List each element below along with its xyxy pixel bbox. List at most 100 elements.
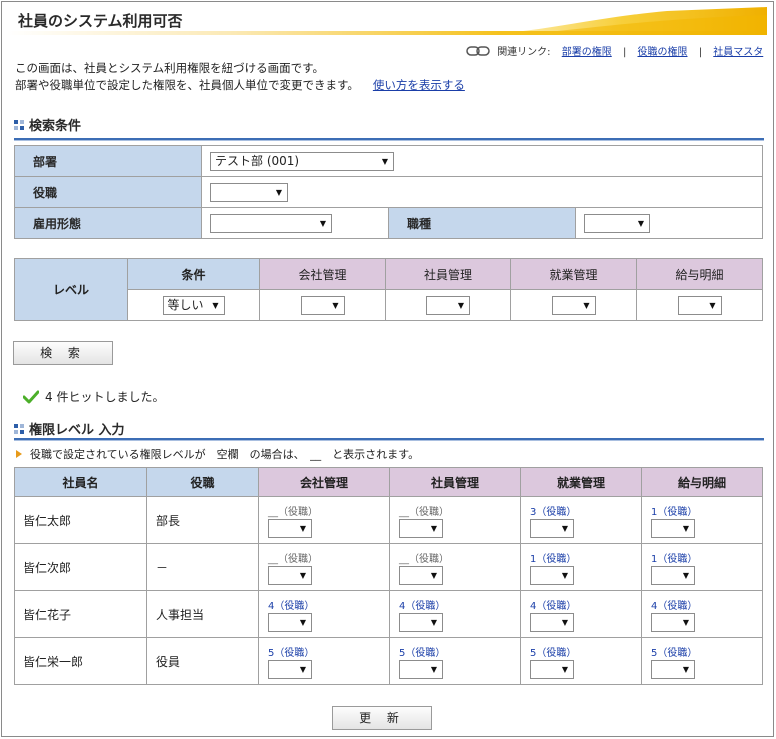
dropdown-arrow-icon: ▼ [299, 617, 306, 627]
search-button[interactable]: 検 索 [13, 341, 113, 365]
hit-message-text: 4 件ヒットしました。 [45, 390, 165, 404]
level-select[interactable]: ▼ [651, 565, 695, 585]
filter-payslip-select[interactable]: ▼ [677, 295, 722, 315]
level-select[interactable]: ▼ [268, 612, 312, 632]
level-select[interactable]: ▼ [399, 659, 443, 679]
table-row: 皆仁栄一郎 役員 5（役職） ▼ 5（役職） ▼ 5（役職） ▼ 5（役職） ▼ [14, 637, 763, 685]
dropdown-arrow-icon: ▼ [709, 300, 716, 310]
col-header-name: 社員名 [14, 467, 147, 497]
dropdown-arrow-icon: ▼ [637, 218, 644, 228]
filter-col-company: 会社管理 [259, 258, 386, 290]
col-header-employee: 社員管理 [389, 467, 521, 497]
condition-select-value: 等しい [167, 297, 204, 312]
level-select[interactable]: ▼ [530, 659, 574, 679]
dropdown-arrow-icon: ▼ [299, 570, 306, 580]
level-cell: 5（役職） ▼ [389, 637, 521, 685]
level-cell: 4（役職） ▼ [520, 590, 642, 638]
employee-position: 部長 [146, 496, 259, 544]
condition-select[interactable]: 等しい ▼ [162, 295, 225, 315]
filter-col-attendance: 就業管理 [510, 258, 637, 290]
filter-col-employee: 社員管理 [385, 258, 511, 290]
filter-company-select[interactable]: ▼ [300, 295, 345, 315]
jobtype-label: 職種 [388, 207, 576, 239]
level-default-text: 1（役職） [530, 553, 577, 565]
level-cell: 5（役職） ▼ [520, 637, 642, 685]
level-select[interactable]: ▼ [268, 518, 312, 538]
level-select[interactable]: ▼ [399, 612, 443, 632]
level-default-text: 4（役職） [651, 600, 698, 612]
description: この画面は、社員とシステム利用権限を紐づける画面です。 部署や役職単位で設定した… [15, 60, 465, 94]
level-select[interactable]: ▼ [651, 659, 695, 679]
dropdown-arrow-icon: ▼ [332, 300, 339, 310]
level-select[interactable]: ▼ [399, 565, 443, 585]
col-header-company: 会社管理 [258, 467, 390, 497]
level-default-text: __（役職） [399, 506, 449, 518]
dropdown-arrow-icon: ▼ [457, 300, 464, 310]
level-default-text: 5（役職） [530, 647, 577, 659]
level-select[interactable]: ▼ [530, 518, 574, 538]
filter-employee-cell: ▼ [385, 289, 511, 321]
link-position-permission[interactable]: 役職の権限 [638, 47, 688, 58]
dropdown-arrow-icon: ▼ [561, 617, 568, 627]
level-default-text: 1（役職） [651, 506, 698, 518]
related-links: 関連リンク: 部署の権限 | 役職の権限 | 社員マスタ [466, 43, 763, 58]
dept-select[interactable]: テスト部 (001) ▼ [210, 151, 394, 171]
search-conditions-table: 部署 テスト部 (001) ▼ 役職 ▼ 雇用形態 ▼ 職種 ▼ [14, 145, 763, 239]
dept-label: 部署 [14, 145, 202, 177]
employee-name: 皆仁次郎 [14, 543, 147, 591]
position-label: 役職 [14, 176, 202, 208]
blank-level-note: 役職で設定されている権限レベルが 空欄 の場合は、 __ と表示されます。 [16, 446, 419, 462]
link-employee-master[interactable]: 社員マスタ [713, 47, 763, 58]
dept-select-value: テスト部 (001) [215, 153, 300, 168]
check-icon [23, 390, 39, 403]
level-default-text: 3（役職） [530, 506, 577, 518]
level-default-text: __（役職） [268, 553, 318, 565]
dropdown-arrow-icon: ▼ [430, 523, 437, 533]
input-section-heading: 権限レベル 入力 [14, 419, 125, 438]
dropdown-arrow-icon: ▼ [430, 664, 437, 674]
link-separator: | [622, 47, 627, 58]
level-select[interactable]: ▼ [268, 565, 312, 585]
level-select[interactable]: ▼ [530, 612, 574, 632]
dropdown-arrow-icon: ▼ [275, 187, 282, 197]
level-default-text: 5（役職） [268, 647, 315, 659]
dropdown-arrow-icon: ▼ [561, 664, 568, 674]
level-cell: 5（役職） ▼ [258, 637, 390, 685]
filter-attendance-select[interactable]: ▼ [551, 295, 596, 315]
level-default-text: 4（役職） [530, 600, 577, 612]
link-separator: | [698, 47, 703, 58]
table-row: 皆仁花子 人事担当 4（役職） ▼ 4（役職） ▼ 4（役職） ▼ 4（役職） ▼ [14, 590, 763, 638]
input-section-title: 権限レベル 入力 [29, 423, 125, 438]
level-cell: 4（役職） ▼ [389, 590, 521, 638]
triangle-bullet-icon [16, 450, 22, 458]
level-select[interactable]: ▼ [399, 518, 443, 538]
position-select[interactable]: ▼ [210, 182, 288, 202]
dropdown-arrow-icon: ▼ [381, 156, 388, 166]
update-button[interactable]: 更 新 [332, 706, 432, 730]
level-select[interactable]: ▼ [651, 612, 695, 632]
level-filter-table: レベル 条件 会社管理 社員管理 就業管理 給与明細 等しい ▼ ▼ ▼ ▼ ▼ [14, 258, 763, 321]
filter-company-cell: ▼ [259, 289, 386, 321]
level-default-text: 5（役職） [399, 647, 446, 659]
employee-position: － [146, 543, 259, 591]
level-cell: 4（役職） ▼ [641, 590, 763, 638]
level-select[interactable]: ▼ [268, 659, 312, 679]
level-select[interactable]: ▼ [651, 518, 695, 538]
level-cell: __（役職） ▼ [389, 543, 521, 591]
hit-message: 4 件ヒットしました。 [23, 388, 164, 405]
dropdown-arrow-icon: ▼ [430, 570, 437, 580]
filter-attendance-cell: ▼ [510, 289, 637, 321]
link-dept-permission[interactable]: 部署の権限 [562, 47, 612, 58]
title-bar: 社員のシステム利用可否 [7, 7, 767, 35]
level-cell: 1（役職） ▼ [641, 543, 763, 591]
employment-label: 雇用形態 [14, 207, 202, 239]
howto-link[interactable]: 使い方を表示する [373, 78, 465, 92]
filter-col-payslip: 給与明細 [636, 258, 763, 290]
filter-employee-select[interactable]: ▼ [426, 295, 470, 315]
jobtype-select[interactable]: ▼ [584, 213, 650, 233]
level-select[interactable]: ▼ [530, 565, 574, 585]
page-frame: 社員のシステム利用可否 関連リンク: 部署の権限 | 役職の権限 | 社員マスタ… [1, 1, 774, 737]
level-default-text: __（役職） [399, 553, 449, 565]
description-line-1: この画面は、社員とシステム利用権限を紐づける画面です。 [15, 61, 325, 75]
employment-select[interactable]: ▼ [210, 213, 332, 233]
